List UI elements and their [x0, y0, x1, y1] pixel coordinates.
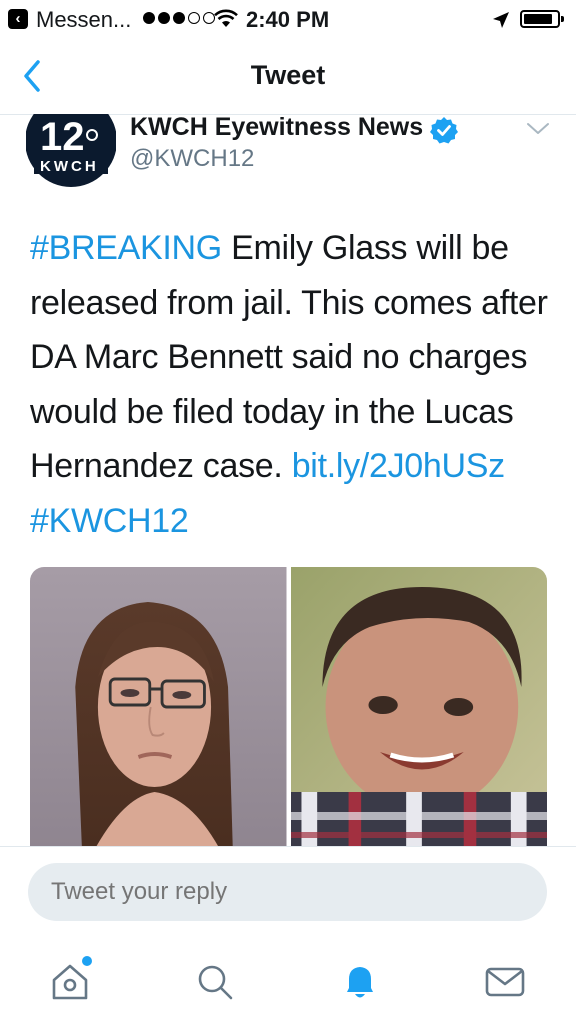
- account-name[interactable]: KWCH Eyewitness News: [130, 113, 423, 142]
- status-time: 2:40 PM: [246, 7, 330, 32]
- hashtag-link[interactable]: #BREAKING: [30, 229, 222, 267]
- search-icon[interactable]: [193, 960, 237, 1004]
- notifications-icon[interactable]: [338, 960, 382, 1004]
- back-to-app-icon[interactable]: ‹: [8, 9, 28, 29]
- page-title: Tweet: [250, 60, 326, 90]
- signal-strength-icon: [143, 12, 215, 24]
- battery-icon: [520, 10, 564, 28]
- navigation-bar: Tweet: [0, 40, 576, 115]
- account-handle[interactable]: @KWCH12: [130, 145, 254, 173]
- tweet-text: #BREAKING Emily Glass will be released f…: [30, 221, 550, 548]
- avatar[interactable]: 12 KWCH: [26, 114, 116, 188]
- reply-input[interactable]: [28, 863, 547, 921]
- status-bar: ‹ Messen... 2:40 PM: [0, 0, 576, 40]
- kwch-logo: 12 KWCH: [26, 114, 116, 187]
- tweet-media: [30, 567, 547, 847]
- chevron-down-icon[interactable]: [525, 120, 551, 138]
- verified-badge-icon: [430, 117, 458, 144]
- svg-text:KWCH: KWCH: [40, 158, 99, 175]
- back-app-label[interactable]: Messen...: [36, 7, 131, 33]
- new-items-dot: [82, 956, 92, 966]
- tab-bar: [0, 938, 576, 1024]
- location-arrow-icon: [493, 12, 509, 28]
- tweet-photo-woman[interactable]: [30, 567, 287, 847]
- hashtag-link[interactable]: #KWCH12: [30, 502, 189, 540]
- reply-bar: [0, 846, 576, 939]
- messages-icon[interactable]: [483, 960, 527, 1004]
- url-link[interactable]: bit.ly/2J0hUSz: [292, 447, 505, 485]
- tweet-photo-child[interactable]: [290, 567, 547, 847]
- svg-text:12: 12: [40, 115, 85, 159]
- wifi-icon: [214, 9, 238, 27]
- plaid-shirt: [290, 792, 547, 847]
- home-icon[interactable]: [48, 960, 92, 1004]
